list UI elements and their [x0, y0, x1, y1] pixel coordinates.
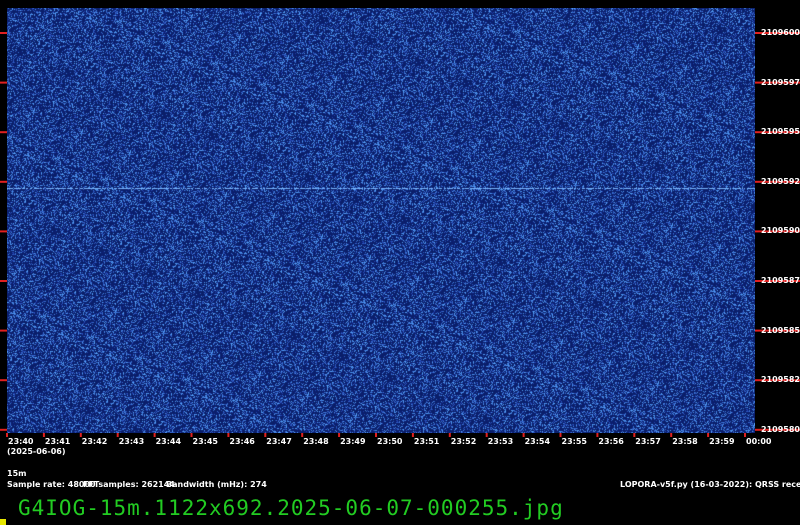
time-label: 23:47	[266, 437, 292, 446]
time-label: 23:52	[450, 437, 477, 446]
time-label: 23:46	[229, 437, 255, 446]
frequency-label: 21095950	[761, 127, 800, 137]
frequency-label: 21095800	[761, 424, 800, 434]
left-frequency-tick	[0, 32, 7, 34]
time-label: 23:58	[672, 437, 698, 446]
frequency-label: 21095900	[761, 226, 800, 236]
fft-samples-label: FFTsamples: 262144	[83, 480, 175, 489]
time-label: 23:59	[709, 437, 735, 446]
time-label: 00:00	[746, 437, 772, 446]
frequency-label: 21095975	[761, 77, 800, 87]
time-label: 23:44	[155, 437, 182, 446]
time-label: 23:50	[377, 437, 403, 446]
time-label: 23:43	[118, 437, 145, 446]
left-frequency-tick	[0, 379, 7, 382]
frequency-label: 21095850	[761, 325, 800, 335]
frequency-label: 21096000	[761, 28, 800, 37]
bandwidth-label: Bandwidth (mHz): 274	[166, 480, 267, 489]
time-label: 23:55	[561, 437, 587, 446]
time-label: 23:48	[303, 437, 329, 446]
time-label: 23:57	[635, 437, 661, 446]
left-frequency-tick	[0, 428, 7, 431]
frequency-label: 21095825	[761, 375, 800, 385]
time-label: 23:49	[340, 437, 366, 446]
file-name-title: G4IOG-15m.1122x692.2025-06-07-000255.jpg	[18, 496, 564, 520]
time-label: 23:41	[44, 437, 71, 446]
left-frequency-tick	[0, 180, 7, 183]
frequency-label: 21095875	[761, 276, 800, 285]
time-label: 23:53	[487, 437, 514, 446]
left-frequency-tick	[0, 329, 7, 332]
left-frequency-tick	[0, 230, 7, 233]
time-label: 23:42	[81, 437, 108, 446]
left-frequency-tick	[0, 131, 7, 134]
time-label: 23:45	[192, 437, 218, 446]
frequency-axis	[755, 32, 800, 431]
time-label: 23:56	[598, 437, 624, 446]
frequency-label: 21095925	[761, 176, 800, 186]
time-label: 23:54	[524, 437, 551, 446]
left-frequency-tick	[0, 81, 7, 84]
time-label: 23:40	[8, 437, 34, 446]
left-frequency-tick	[0, 280, 7, 282]
software-label: LOPORA-v5f.py (16-03-2022): QRSS recepti…	[620, 480, 800, 489]
waterfall-spectrogram	[7, 8, 755, 433]
left-tick-marks	[0, 32, 7, 431]
time-label: 23:51	[413, 437, 440, 446]
corner-marker	[0, 519, 6, 525]
date-label: (2025-06-06)	[7, 447, 66, 456]
band-label: 15m	[7, 469, 27, 478]
